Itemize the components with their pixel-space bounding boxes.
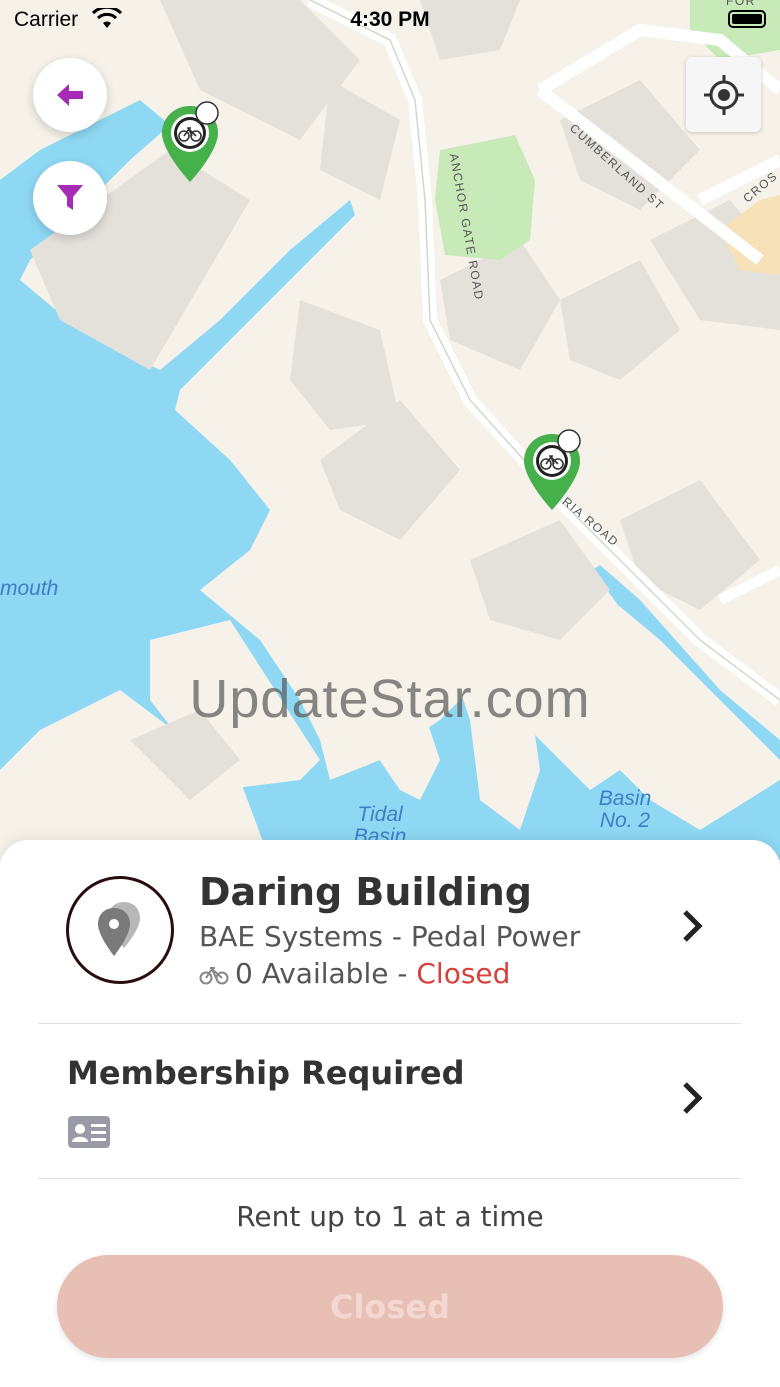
chevron-right-icon [680, 908, 706, 954]
watermark: UpdateStar.com [189, 669, 591, 729]
map-canvas [0, 0, 780, 860]
water-label-mouth: mouth [0, 577, 59, 600]
locate-icon [703, 74, 744, 115]
station-status: Closed [416, 957, 511, 990]
rent-button[interactable]: Closed [57, 1255, 723, 1358]
locate-me-button[interactable] [686, 57, 761, 132]
bike-station-pin-icon [162, 101, 219, 182]
membership-title: Membership Required [67, 1054, 465, 1092]
station-avatar [66, 876, 174, 984]
battery-icon [728, 10, 766, 28]
bike-icon [199, 966, 229, 984]
divider [38, 1178, 741, 1179]
back-arrow-icon [57, 84, 83, 106]
bike-station-pin-icon [524, 429, 581, 510]
clock: 4:30 PM [350, 8, 430, 31]
chevron-right-icon [680, 1080, 706, 1126]
back-button[interactable] [33, 58, 107, 132]
water-label-basin-no2: Basin No. 2 [598, 787, 652, 832]
station-operator: BAE Systems - Pedal Power [199, 920, 581, 953]
id-card-icon [68, 1116, 110, 1148]
station-pin[interactable] [522, 428, 582, 510]
available-count: 0 Available - [235, 957, 408, 990]
location-pin-icon [98, 902, 140, 956]
station-availability: 0 Available - Closed [199, 957, 510, 990]
status-bar: Carrier 4:30 PM [0, 0, 780, 40]
map-view[interactable]: ANCHOR GATE ROAD CUMBERLAND ST CROS RIA … [0, 0, 780, 860]
station-detail-sheet: Daring Building BAE Systems - Pedal Powe… [0, 840, 780, 1387]
station-name: Daring Building [199, 870, 532, 914]
station-pin[interactable] [160, 100, 220, 182]
rent-limit-text: Rent up to 1 at a time [236, 1200, 544, 1233]
filter-button[interactable] [33, 161, 107, 235]
filter-icon [57, 185, 83, 210]
divider [38, 1023, 741, 1024]
